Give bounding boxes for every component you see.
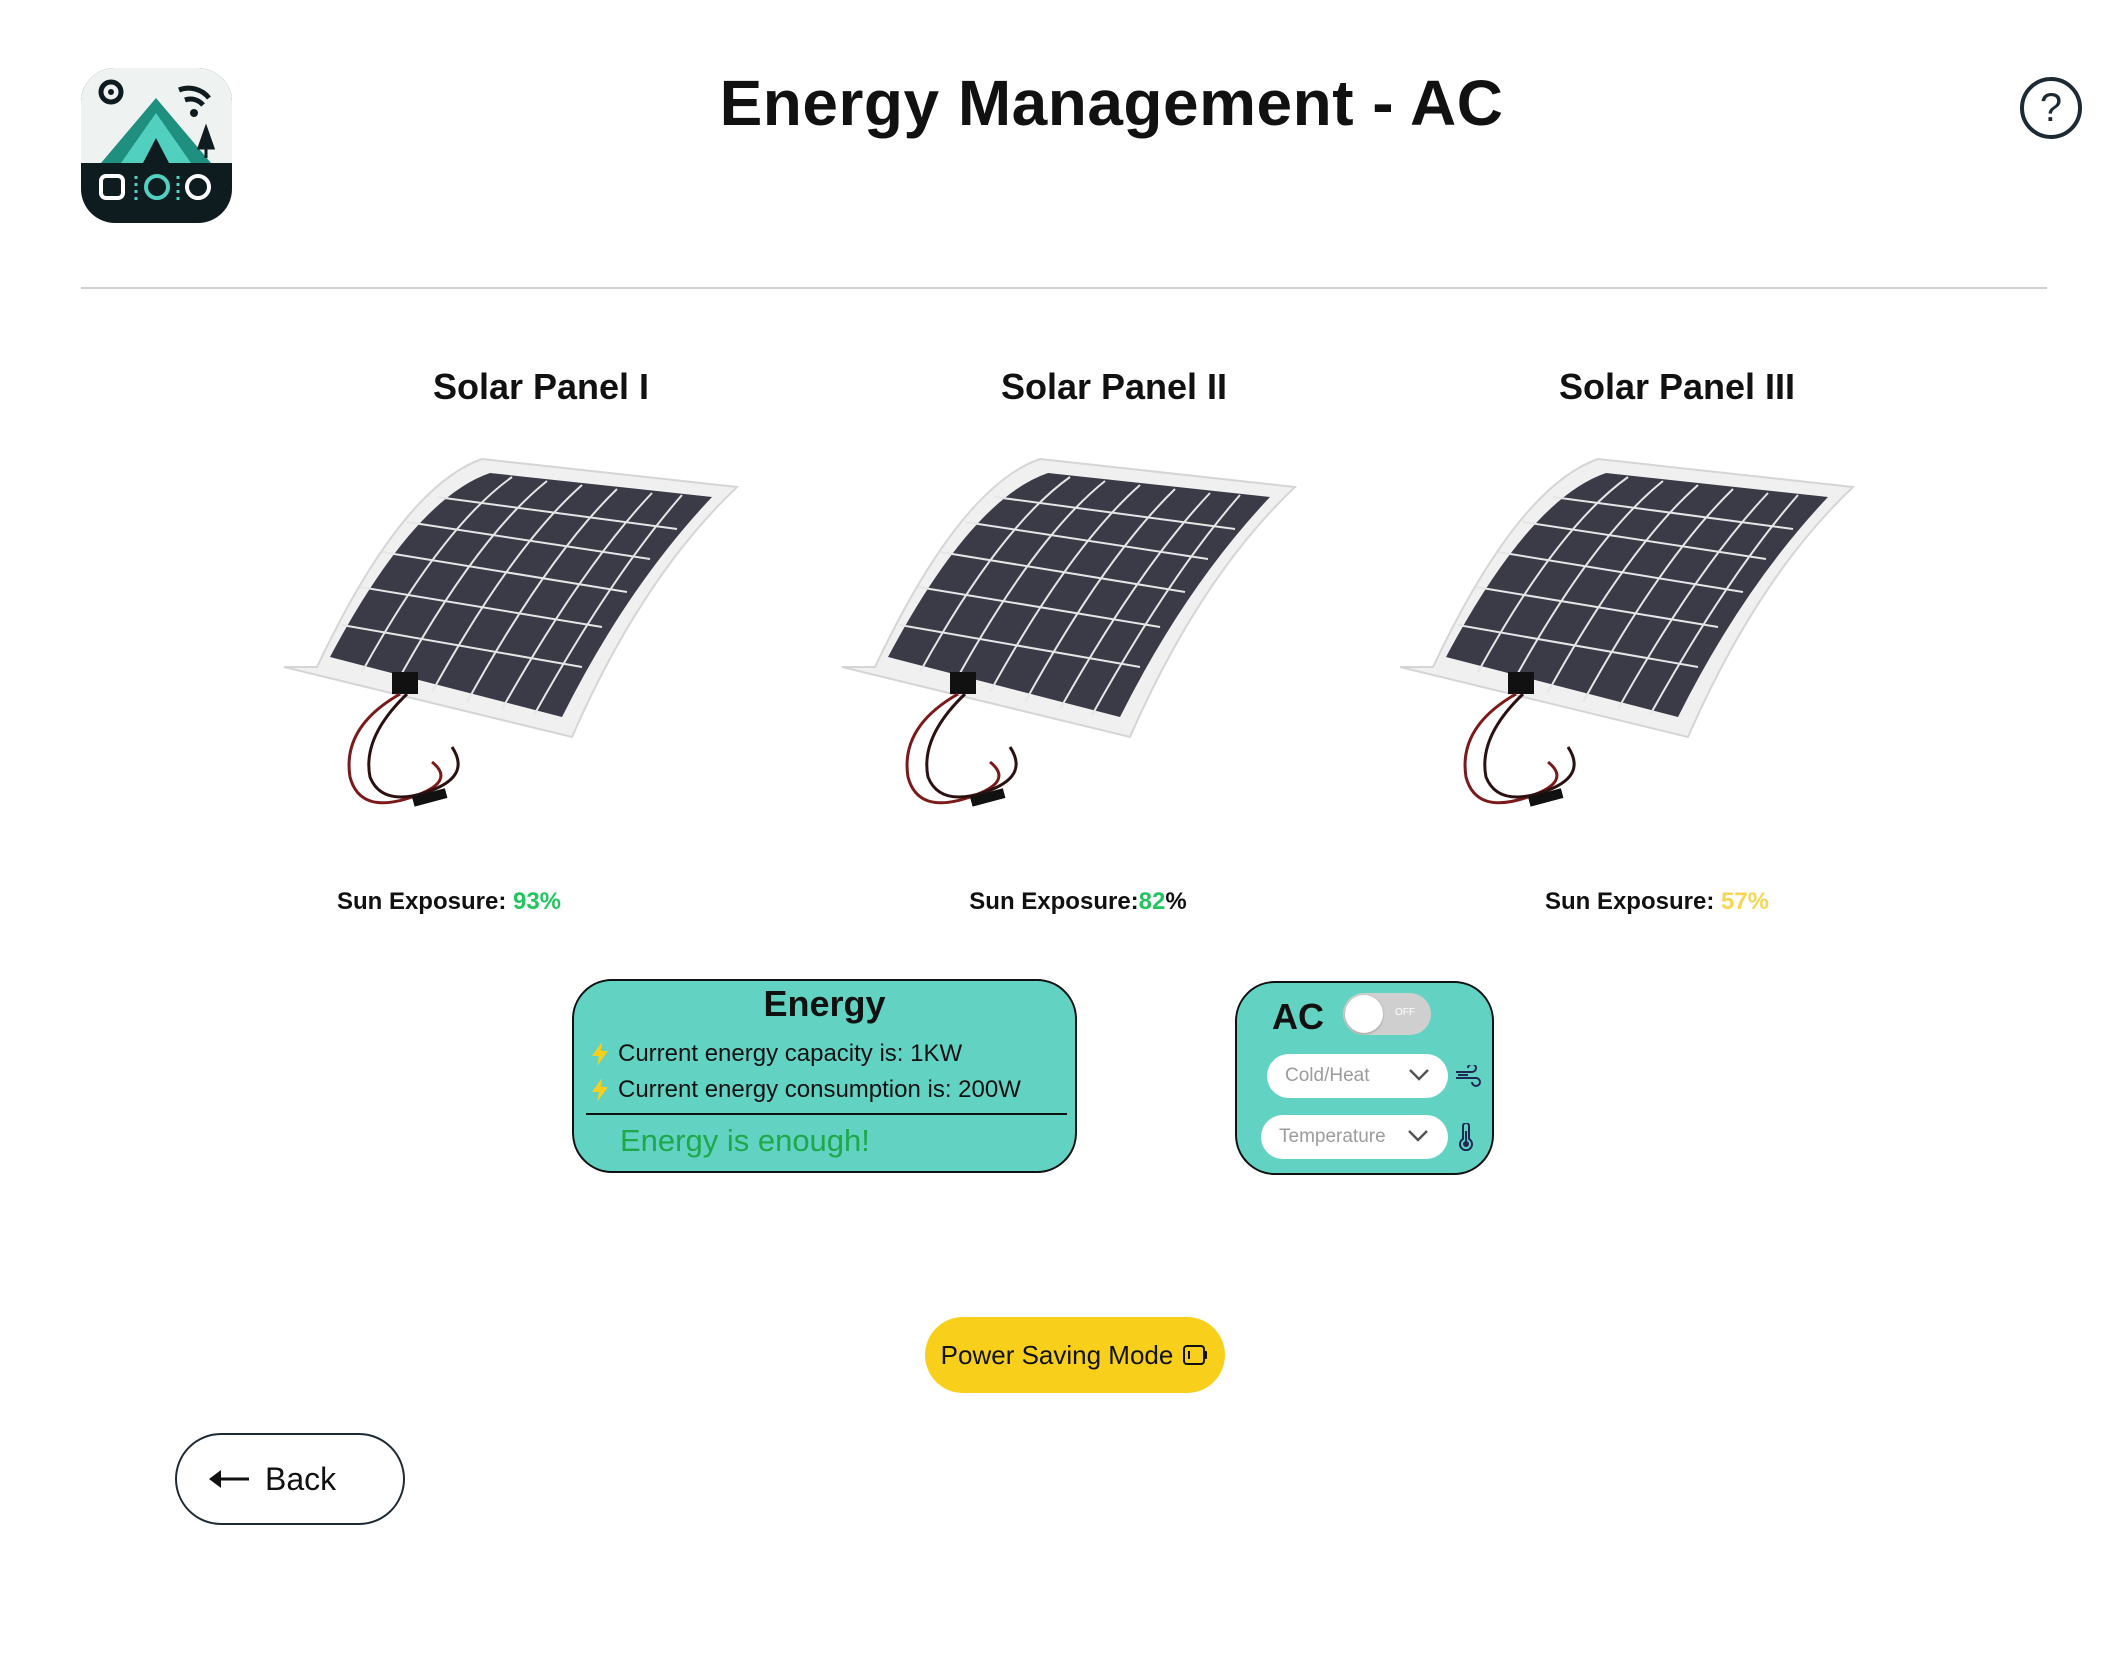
solar-panel-3-image [1399,457,1856,807]
exposure-value: 82 [1138,888,1166,915]
arrow-left-icon [209,1470,249,1488]
help-button[interactable]: ? [2020,77,2082,139]
thermometer-icon [1459,1123,1473,1151]
energy-capacity-text: Current energy capacity is: 1KW [618,1040,963,1067]
ac-card: AC OFF Cold/Heat Temperature [1235,981,1494,1175]
ac-power-toggle[interactable]: OFF [1343,993,1431,1035]
energy-capacity-row: Current energy capacity is: 1KW [590,1040,962,1068]
back-label: Back [265,1460,337,1497]
exposure-suffix: % [1165,888,1187,915]
exposure-label: Sun Exposure: [1544,888,1715,915]
power-saving-mode-button[interactable]: Power Saving Mode [925,1317,1225,1393]
solar-panel-1-title: Solar Panel I [432,366,650,407]
cold-heat-select[interactable]: Cold/Heat [1267,1054,1448,1098]
battery-icon [1183,1345,1208,1365]
solar-panel-3-title: Solar Panel III [1558,366,1796,407]
exposure-value: 93% [512,888,562,915]
solar-panel-2-exposure: Sun Exposure:82% [778,888,1378,916]
energy-status: Energy is enough! [620,1123,870,1158]
toggle-knob [1345,995,1383,1033]
lightning-icon [592,1042,608,1066]
back-button[interactable]: Back [175,1433,405,1525]
energy-consumption-row: Current energy consumption is: 200W [590,1076,1021,1104]
energy-divider [586,1113,1067,1115]
energy-title: Energy [763,983,886,1024]
energy-card: Energy Current energy capacity is: 1KW C… [572,979,1077,1173]
page-title: Energy Management - AC [719,67,1504,139]
lightning-icon [592,1078,608,1102]
temperature-select[interactable]: Temperature [1261,1115,1448,1159]
temperature-placeholder: Temperature [1279,1126,1386,1147]
power-saving-label: Power Saving Mode [940,1339,1174,1370]
exposure-value: 57% [1720,888,1770,915]
solar-panel-1-exposure: Sun Exposure: 93% [149,888,749,916]
solar-panel-3-exposure: Sun Exposure: 57% [1357,888,1957,916]
wind-icon [1456,1065,1481,1087]
chevron-down-icon [1409,1069,1429,1081]
chevron-down-icon [1408,1130,1428,1142]
solar-panel-1-image [283,457,740,807]
ac-title: AC [1272,996,1324,1037]
toggle-state-label: OFF [1395,1007,1415,1018]
solar-panel-2-title: Solar Panel II [1000,366,1228,407]
help-icon: ? [2039,85,2063,130]
cold-heat-placeholder: Cold/Heat [1285,1065,1370,1086]
header-divider [81,287,2047,289]
energy-consumption-text: Current energy consumption is: 200W [618,1076,1021,1103]
exposure-label: Sun Exposure: [336,888,507,915]
exposure-label: Sun Exposure: [969,888,1139,915]
solar-panel-2-image [841,457,1298,807]
